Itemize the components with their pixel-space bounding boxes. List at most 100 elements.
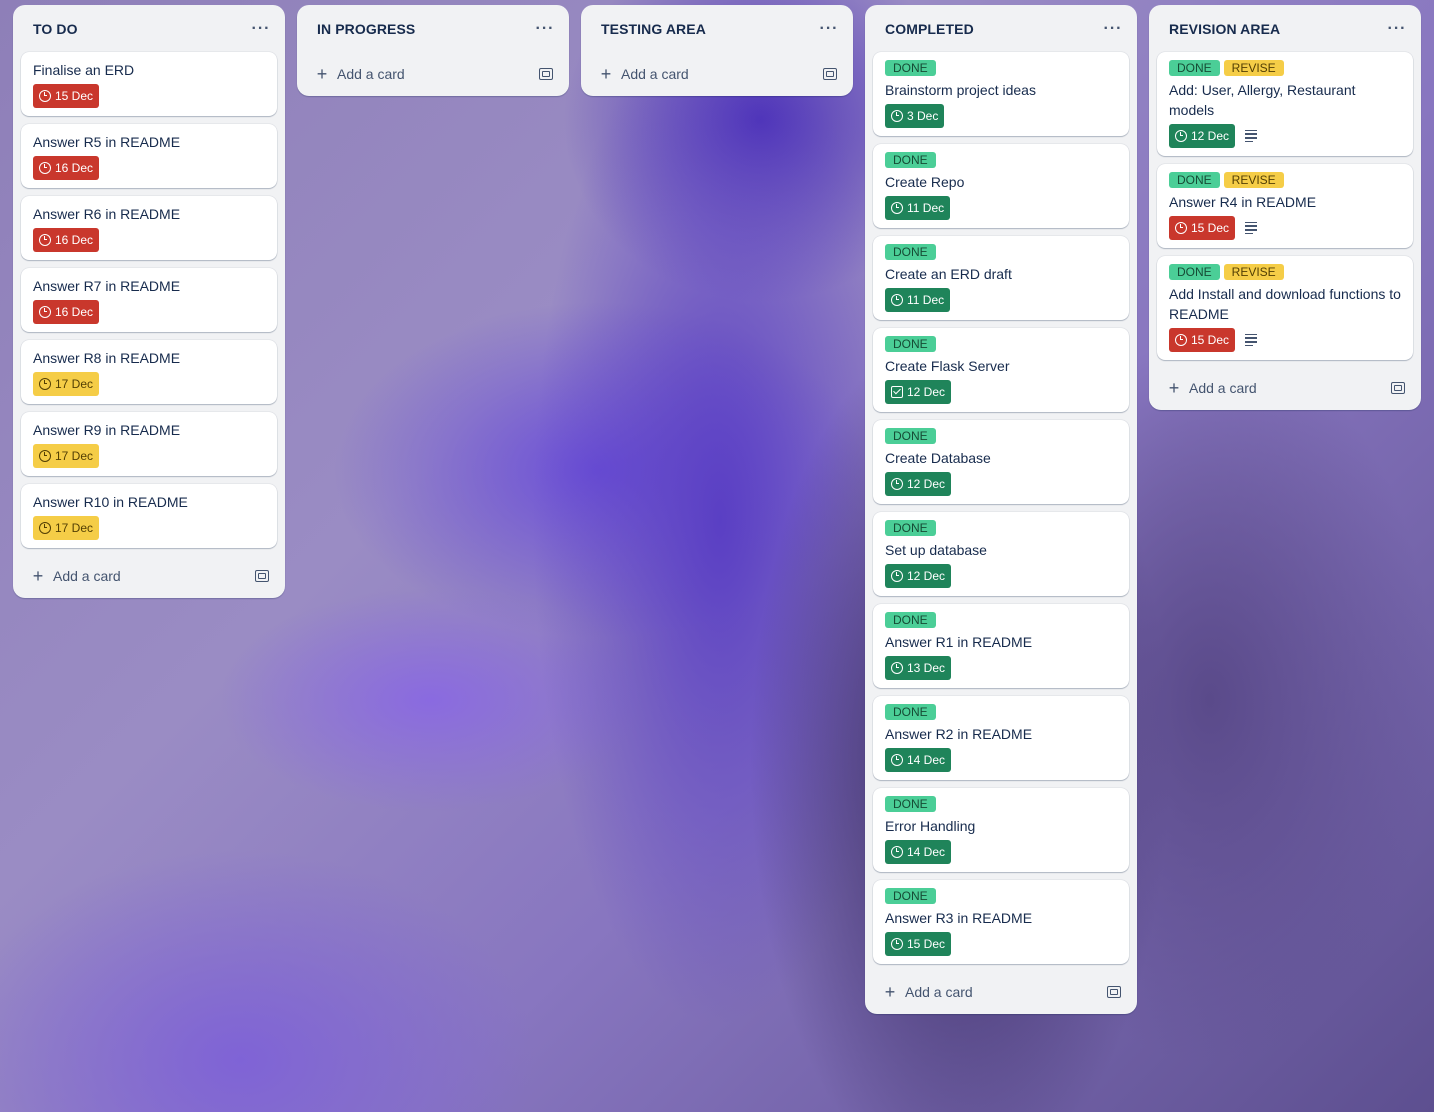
due-date-badge[interactable]: 14 Dec <box>885 748 952 772</box>
board: TO DO ··· Finalise an ERD 15 Dec Answer R5 i… <box>0 0 1434 1112</box>
ellipsis-icon[interactable]: ··· <box>1385 17 1409 41</box>
due-date-badge[interactable]: 16 Dec <box>33 300 100 324</box>
ellipsis-icon[interactable]: ··· <box>249 17 273 41</box>
card[interactable]: DONE Answer R1 in README 13 Dec <box>873 604 1129 688</box>
card[interactable]: DONE Create Repo 11 Dec <box>873 144 1129 228</box>
template-icon[interactable] <box>823 68 837 80</box>
clock-icon <box>39 306 51 318</box>
card-labels: DONE <box>885 336 1117 352</box>
ellipsis-icon[interactable]: ··· <box>533 17 557 41</box>
due-date-badge[interactable]: 3 Dec <box>885 104 945 128</box>
label-done[interactable]: DONE <box>885 152 936 168</box>
due-date-badge[interactable]: 16 Dec <box>33 156 100 180</box>
due-date-badge[interactable]: 17 Dec <box>33 516 100 540</box>
label-done[interactable]: DONE <box>885 60 936 76</box>
card[interactable]: DONE Answer R2 in README 14 Dec <box>873 696 1129 780</box>
template-icon[interactable] <box>1391 382 1405 394</box>
card[interactable]: Finalise an ERD 15 Dec <box>21 52 277 116</box>
card[interactable]: DONE Set up database 12 Dec <box>873 512 1129 596</box>
due-date-badge[interactable]: 12 Dec <box>885 564 952 588</box>
card[interactable]: DONE REVISE Add Install and download funct… <box>1157 256 1413 360</box>
due-date-badge[interactable]: 15 Dec <box>885 932 952 956</box>
card-badges: 12 Dec <box>885 472 1117 496</box>
template-icon[interactable] <box>1107 986 1121 998</box>
due-date-badge[interactable]: 17 Dec <box>33 444 100 468</box>
card[interactable]: DONE Error Handling 14 Dec <box>873 788 1129 872</box>
add-card-button[interactable]: + Add a card <box>31 567 121 585</box>
label-done[interactable]: DONE <box>885 796 936 812</box>
label-revise[interactable]: REVISE <box>1223 60 1284 76</box>
card[interactable]: DONE Create Flask Server 12 Dec <box>873 328 1129 412</box>
list-title[interactable]: TO DO <box>33 21 78 37</box>
label-done[interactable]: DONE <box>1169 172 1220 188</box>
card[interactable]: Answer R10 in README 17 Dec <box>21 484 277 548</box>
card-title: Answer R4 in README <box>1169 194 1317 210</box>
label-done[interactable]: DONE <box>885 888 936 904</box>
list-revision-area: REVISION AREA ··· DONE REVISE Add: User, All… <box>1149 5 1421 410</box>
card-list: Finalise an ERD 15 Dec Answer R5 in README… <box>21 52 277 548</box>
template-icon[interactable] <box>539 68 553 80</box>
label-revise[interactable]: REVISE <box>1223 172 1284 188</box>
label-done[interactable]: DONE <box>885 428 936 444</box>
card[interactable]: DONE Create an ERD draft 11 Dec <box>873 236 1129 320</box>
ellipsis-icon[interactable]: ··· <box>1101 17 1125 41</box>
list-title[interactable]: IN PROGRESS <box>317 21 415 37</box>
label-done[interactable]: DONE <box>885 704 936 720</box>
label-done[interactable]: DONE <box>1169 60 1220 76</box>
clock-icon <box>891 754 903 766</box>
add-card-button[interactable]: + Add a card <box>1167 379 1257 397</box>
card-labels: DONE REVISE <box>1169 172 1401 188</box>
card[interactable]: Answer R8 in README 17 Dec <box>21 340 277 404</box>
due-date-text: 15 Dec <box>55 89 94 103</box>
card[interactable]: DONE Answer R3 in README 15 Dec <box>873 880 1129 964</box>
add-card-button[interactable]: + Add a card <box>599 65 689 83</box>
card[interactable]: DONE Create Database 12 Dec <box>873 420 1129 504</box>
label-revise[interactable]: REVISE <box>1223 264 1284 280</box>
card-labels: DONE <box>885 428 1117 444</box>
card-badges: 14 Dec <box>885 840 1117 864</box>
list-testing-area: TESTING AREA ··· + Add a card <box>581 5 853 96</box>
label-done[interactable]: DONE <box>885 336 936 352</box>
list-title[interactable]: TESTING AREA <box>601 21 706 37</box>
due-date-badge[interactable]: 15 Dec <box>33 84 100 108</box>
due-date-badge[interactable]: 15 Dec <box>1169 328 1236 352</box>
clock-icon <box>891 662 903 674</box>
card[interactable]: DONE REVISE Add: User, Allergy, Restaurant… <box>1157 52 1413 156</box>
card[interactable]: DONE REVISE Answer R4 in README 15 Dec <box>1157 164 1413 248</box>
card[interactable]: Answer R5 in README 16 Dec <box>21 124 277 188</box>
list-header: TO DO ··· <box>21 13 277 45</box>
list-title[interactable]: COMPLETED <box>885 21 974 37</box>
due-date-badge[interactable]: 15 Dec <box>1169 216 1236 240</box>
add-card-button[interactable]: + Add a card <box>883 983 973 1001</box>
due-date-badge[interactable]: 14 Dec <box>885 840 952 864</box>
due-date-badge[interactable]: 12 Dec <box>885 472 952 496</box>
due-date-text: 17 Dec <box>55 377 94 391</box>
due-date-text: 13 Dec <box>907 661 946 675</box>
due-date-badge[interactable]: 11 Dec <box>885 196 951 220</box>
label-done[interactable]: DONE <box>1169 264 1220 280</box>
clock-icon <box>39 234 51 246</box>
list-title[interactable]: REVISION AREA <box>1169 21 1280 37</box>
card[interactable]: DONE Brainstorm project ideas 3 Dec <box>873 52 1129 136</box>
card-badges: 15 Dec <box>1169 328 1401 352</box>
due-date-text: 12 Dec <box>907 385 946 399</box>
due-date-badge[interactable]: 12 Dec <box>1169 124 1236 148</box>
list-footer: + Add a card <box>1157 366 1413 410</box>
template-icon[interactable] <box>255 570 269 582</box>
due-date-badge[interactable]: 16 Dec <box>33 228 100 252</box>
card[interactable]: Answer R6 in README 16 Dec <box>21 196 277 260</box>
card-labels: DONE <box>885 796 1117 812</box>
due-date-badge[interactable]: 12 Dec <box>885 380 952 404</box>
due-date-badge[interactable]: 11 Dec <box>885 288 951 312</box>
ellipsis-icon[interactable]: ··· <box>817 17 841 41</box>
label-done[interactable]: DONE <box>885 244 936 260</box>
label-done[interactable]: DONE <box>885 612 936 628</box>
due-date-badge[interactable]: 13 Dec <box>885 656 952 680</box>
card[interactable]: Answer R9 in README 17 Dec <box>21 412 277 476</box>
label-done[interactable]: DONE <box>885 520 936 536</box>
card[interactable]: Answer R7 in README 16 Dec <box>21 268 277 332</box>
add-card-label: Add a card <box>337 66 405 82</box>
card-badges: 12 Dec <box>885 564 1117 588</box>
due-date-badge[interactable]: 17 Dec <box>33 372 100 396</box>
add-card-button[interactable]: + Add a card <box>315 65 405 83</box>
